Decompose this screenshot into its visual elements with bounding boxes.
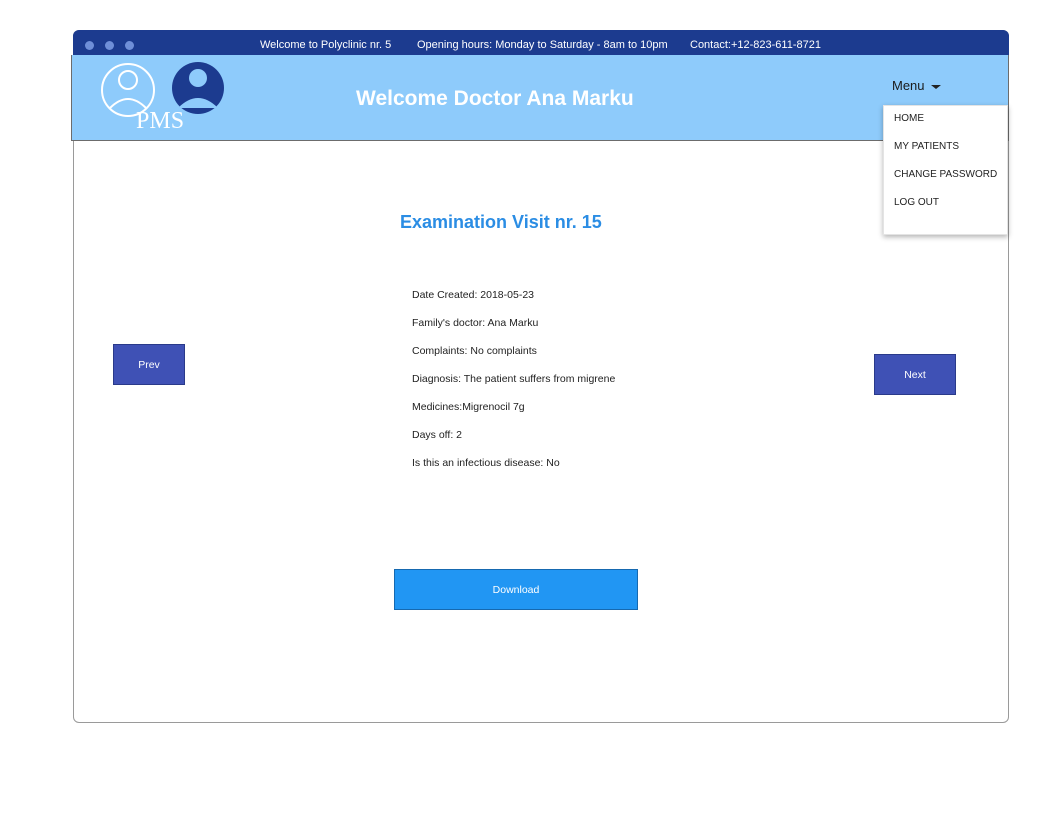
menu-item-log-out[interactable]: LOG OUT (894, 197, 939, 208)
topbar-opening-hours: Opening hours: Monday to Saturday - 8am … (417, 39, 668, 51)
menu-dropdown: HOME MY PATIENTS CHANGE PASSWORD LOG OUT (883, 105, 1008, 235)
pms-logo: PMS (101, 62, 224, 132)
field-diagnosis: Diagnosis: The patient suffers from migr… (412, 373, 616, 385)
menu-item-home[interactable]: HOME (894, 113, 924, 124)
field-complaints: Complaints: No complaints (412, 345, 537, 357)
topbar-contact: Contact:+12-823-611-8721 (690, 39, 821, 51)
field-medicines: Medicines:Migrenocil 7g (412, 401, 525, 413)
next-button[interactable]: Next (874, 354, 956, 395)
menu-item-change-password[interactable]: CHANGE PASSWORD (894, 169, 997, 180)
menu-label: Menu (892, 78, 925, 93)
exam-title: Examination Visit nr. 15 (400, 212, 602, 232)
caret-down-icon (930, 84, 941, 89)
page-welcome-title: Welcome Doctor Ana Marku (356, 87, 634, 110)
field-date-created: Date Created: 2018-05-23 (412, 289, 534, 301)
field-family-doctor: Family's doctor: Ana Marku (412, 317, 539, 329)
window-dot (85, 41, 94, 50)
window-dot (105, 41, 114, 50)
menu-item-my-patients[interactable]: MY PATIENTS (894, 141, 959, 152)
menu-toggle[interactable]: Menu (892, 78, 941, 93)
topbar-welcome: Welcome to Polyclinic nr. 5 (260, 39, 392, 51)
field-days-off: Days off: 2 (412, 429, 462, 441)
window-dot (125, 41, 134, 50)
prev-button[interactable]: Prev (113, 344, 185, 385)
logo-text: PMS (136, 108, 184, 132)
field-infectious: Is this an infectious disease: No (412, 457, 560, 469)
download-button[interactable]: Download (394, 569, 638, 610)
